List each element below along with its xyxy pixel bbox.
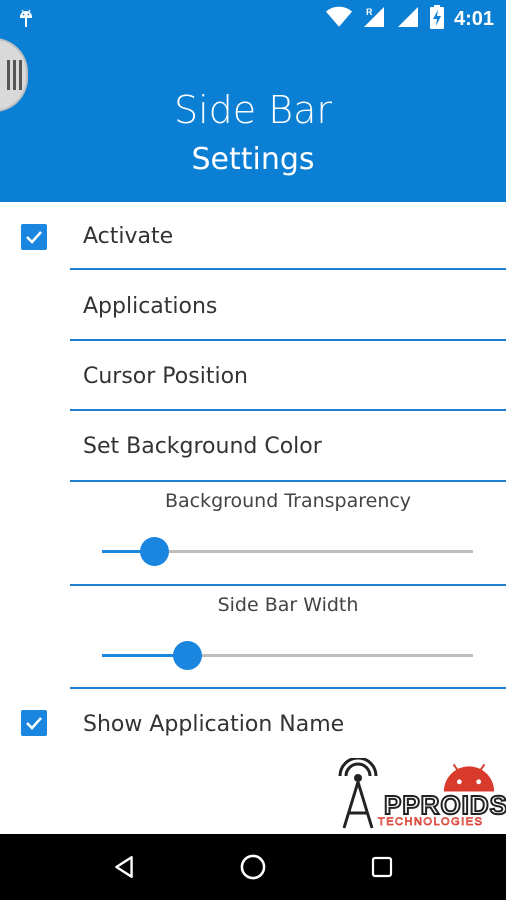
divider xyxy=(70,339,506,341)
signal-icon xyxy=(396,5,420,34)
back-icon[interactable] xyxy=(104,847,144,887)
width-setting: Side Bar Width xyxy=(70,586,506,690)
divider xyxy=(70,409,506,411)
show-app-name-checkbox[interactable] xyxy=(21,710,47,736)
divider xyxy=(70,687,506,689)
app-header: Side Bar Settings xyxy=(0,38,506,202)
activate-checkbox[interactable] xyxy=(21,224,47,250)
background-color-row[interactable]: Set Background Color xyxy=(0,412,506,482)
home-icon[interactable] xyxy=(233,847,273,887)
activate-row[interactable]: Activate xyxy=(0,202,506,272)
wifi-icon xyxy=(325,6,352,33)
show-app-name-label: Show Application Name xyxy=(83,712,345,737)
android-icon xyxy=(443,763,495,792)
width-slider-thumb[interactable] xyxy=(173,641,203,670)
applications-row[interactable]: Applications xyxy=(0,272,506,342)
signal-roaming-icon: R xyxy=(362,5,386,34)
android-debug-icon xyxy=(14,7,38,31)
divider xyxy=(70,268,506,270)
transparency-label: Background Transparency xyxy=(164,490,412,512)
status-bar: R 4:01 xyxy=(0,0,506,38)
svg-text:R: R xyxy=(366,7,373,17)
battery-charging-icon xyxy=(429,4,444,34)
applications-label: Applications xyxy=(83,294,218,319)
page-title: Side Bar xyxy=(173,88,333,132)
background-color-label: Set Background Color xyxy=(83,434,322,459)
recents-icon[interactable] xyxy=(362,847,402,887)
transparency-slider[interactable] xyxy=(102,537,473,566)
check-icon xyxy=(26,717,42,730)
transparency-slider-thumb[interactable] xyxy=(139,537,169,566)
clock-time: 4:01 xyxy=(453,7,494,30)
appproids-logo: PPROIDS TECHNOLOGIES xyxy=(334,758,506,832)
width-slider[interactable] xyxy=(102,641,473,670)
check-icon xyxy=(26,231,42,244)
activate-label: Activate xyxy=(83,224,174,249)
width-label: Side Bar Width xyxy=(217,594,359,616)
navigation-bar xyxy=(0,834,506,900)
show-app-name-row[interactable]: Show Application Name xyxy=(0,690,506,760)
cursor-position-label: Cursor Position xyxy=(83,364,248,389)
cursor-position-row[interactable]: Cursor Position xyxy=(0,342,506,412)
transparency-setting: Background Transparency xyxy=(70,482,506,586)
page-subtitle: Settings xyxy=(191,142,315,177)
logo-subtext: TECHNOLOGIES xyxy=(378,816,484,829)
